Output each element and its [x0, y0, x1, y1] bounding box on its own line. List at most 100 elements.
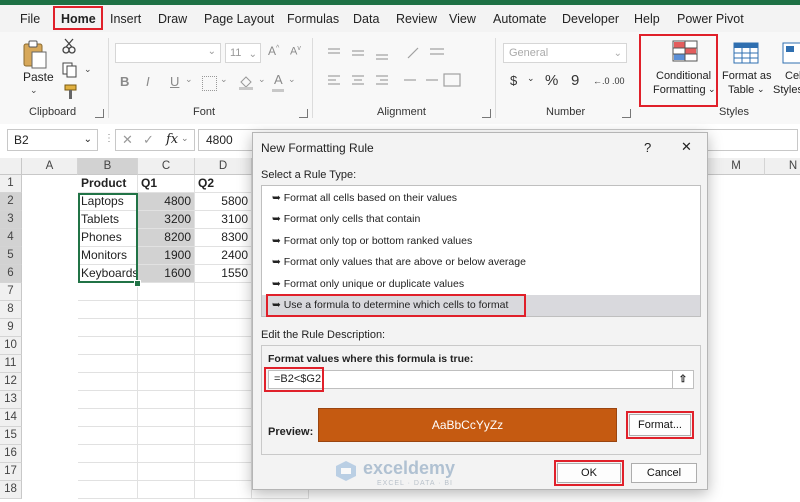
underline-button[interactable]: U — [170, 74, 179, 89]
cell-styles-label2[interactable]: Styles — [773, 84, 800, 96]
row-header[interactable]: 5 — [0, 247, 22, 265]
alignment-launcher-icon[interactable] — [482, 109, 491, 118]
tab-automate[interactable]: Automate — [493, 12, 547, 26]
collapse-dialog-icon[interactable]: ⇧ — [672, 371, 693, 388]
paste-label[interactable]: Paste — [23, 70, 54, 84]
row-header[interactable]: 2 — [0, 193, 22, 211]
tab-developer[interactable]: Developer — [562, 12, 619, 26]
select-all-corner[interactable] — [0, 158, 22, 175]
copy-chevron-icon[interactable]: ⌄ — [84, 64, 92, 75]
cell[interactable]: 2400 — [195, 247, 252, 265]
number-launcher-icon[interactable] — [622, 109, 631, 118]
row-header[interactable]: 11 — [0, 355, 22, 373]
cell[interactable]: Q1 — [138, 175, 195, 193]
cell[interactable] — [138, 337, 195, 355]
name-box[interactable]: B2 ⌄ — [7, 129, 98, 151]
cell[interactable] — [78, 409, 138, 427]
clipboard-launcher-icon[interactable] — [95, 109, 104, 118]
cell[interactable]: 4800 — [138, 193, 195, 211]
row-header[interactable]: 12 — [0, 373, 22, 391]
tab-draw[interactable]: Draw — [158, 12, 187, 26]
format-painter-icon[interactable] — [62, 84, 78, 100]
format-as-table-label2[interactable]: Table — [728, 84, 754, 96]
cell[interactable] — [138, 427, 195, 445]
cell[interactable] — [78, 355, 138, 373]
fill-chevron-icon[interactable]: ⌄ — [258, 74, 266, 85]
rule-type-item[interactable]: ➥ Format all cells based on their values — [262, 188, 700, 209]
paste-chevron-icon[interactable]: ⌄ — [30, 85, 38, 96]
cell[interactable] — [195, 445, 252, 463]
cell[interactable]: 1900 — [138, 247, 195, 265]
cell[interactable] — [195, 301, 252, 319]
fill-handle[interactable] — [134, 280, 141, 287]
cell[interactable] — [195, 337, 252, 355]
confirm-entry-icon[interactable]: ✓ — [143, 132, 154, 148]
row-header[interactable]: 15 — [0, 427, 22, 445]
fx-chevron-icon[interactable]: ⌄ — [181, 133, 189, 144]
cell[interactable] — [195, 463, 252, 481]
row-header[interactable]: 1 — [0, 175, 22, 193]
cell[interactable] — [138, 409, 195, 427]
borders-icon[interactable] — [202, 76, 217, 91]
cell[interactable] — [138, 445, 195, 463]
row-header[interactable]: 10 — [0, 337, 22, 355]
cell[interactable] — [78, 445, 138, 463]
cell[interactable] — [78, 319, 138, 337]
fat-chevron-icon[interactable]: ⌄ — [757, 84, 765, 95]
row-header[interactable]: 17 — [0, 463, 22, 481]
cell[interactable] — [138, 463, 195, 481]
row-header[interactable]: 9 — [0, 319, 22, 337]
cell[interactable] — [195, 409, 252, 427]
bold-button[interactable]: B — [120, 74, 129, 89]
cell[interactable] — [78, 283, 138, 301]
fill-color-icon[interactable] — [238, 74, 254, 90]
cell[interactable] — [195, 319, 252, 337]
borders-chevron-icon[interactable]: ⌄ — [220, 74, 228, 85]
cell[interactable] — [78, 337, 138, 355]
cell[interactable]: 5800 — [195, 193, 252, 211]
rule-type-item[interactable]: ➥ Format only values that are above or b… — [262, 252, 700, 273]
cell[interactable] — [78, 391, 138, 409]
cell[interactable]: Q2 — [195, 175, 252, 193]
cell[interactable] — [78, 481, 138, 499]
cell[interactable] — [138, 373, 195, 391]
row-header[interactable]: 6 — [0, 265, 22, 283]
cell[interactable] — [78, 463, 138, 481]
number-format-dropdown[interactable]: General ⌄ — [503, 43, 627, 63]
column-header[interactable]: C — [138, 158, 195, 175]
font-launcher-icon[interactable] — [299, 109, 308, 118]
cell[interactable] — [195, 391, 252, 409]
row-header[interactable]: 14 — [0, 409, 22, 427]
tab-power-pivot[interactable]: Power Pivot — [677, 12, 744, 26]
decrease-decimal-icon[interactable]: .00 — [612, 76, 625, 86]
cell[interactable]: 1550 — [195, 265, 252, 283]
row-header[interactable]: 18 — [0, 481, 22, 499]
cell[interactable] — [78, 301, 138, 319]
cell[interactable] — [195, 283, 252, 301]
underline-chevron-icon[interactable]: ⌄ — [185, 74, 193, 85]
paste-icon[interactable] — [22, 40, 48, 70]
formula-field[interactable]: =B2<$G2 ⇧ — [268, 370, 694, 389]
tab-page-layout[interactable]: Page Layout — [204, 12, 274, 26]
row-header[interactable]: 4 — [0, 229, 22, 247]
row-header[interactable]: 3 — [0, 211, 22, 229]
format-as-table-icon[interactable] — [733, 42, 759, 64]
tab-formulas[interactable]: Formulas — [287, 12, 339, 26]
increase-decimal-icon[interactable]: ←.0 — [593, 76, 610, 86]
column-header[interactable]: D — [195, 158, 252, 175]
cut-icon[interactable] — [62, 38, 76, 54]
column-header[interactable]: A — [22, 158, 78, 175]
font-color-icon[interactable]: A — [274, 72, 283, 87]
cell[interactable] — [195, 427, 252, 445]
row-header[interactable]: 8 — [0, 301, 22, 319]
close-icon[interactable]: ✕ — [681, 139, 692, 155]
font-color-chevron-icon[interactable]: ⌄ — [288, 74, 296, 85]
rule-type-item[interactable]: ➥ Format only top or bottom ranked value… — [262, 231, 700, 252]
cell[interactable] — [138, 481, 195, 499]
tab-insert[interactable]: Insert — [110, 12, 141, 26]
column-header[interactable]: B — [78, 158, 138, 175]
help-icon[interactable]: ? — [644, 140, 651, 155]
currency-chevron-icon[interactable]: ⌄ — [527, 73, 535, 84]
cell[interactable] — [138, 283, 195, 301]
cell[interactable] — [138, 319, 195, 337]
